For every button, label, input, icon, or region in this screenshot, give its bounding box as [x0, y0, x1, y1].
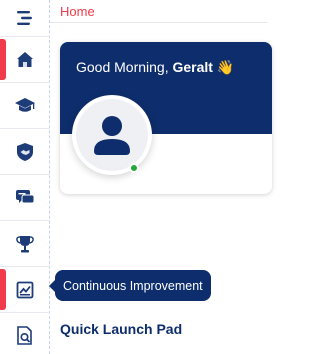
user-icon [94, 116, 130, 155]
greeting-text: Good Morning, Geralt 👋 [76, 59, 234, 76]
sidebar-tooltip: Continuous Improvement [49, 270, 211, 301]
graduation-cap-icon [15, 97, 35, 112]
trophy-icon [16, 235, 34, 252]
sidebar-item-reports[interactable] [0, 312, 50, 354]
sidebar-item-home[interactable] [0, 36, 50, 82]
chat-icon [16, 189, 35, 203]
sidebar-item-continuous-improvement[interactable] [0, 266, 50, 312]
wave-icon: 👋 [216, 59, 235, 75]
sidebar [0, 0, 50, 354]
quick-launch-heading: Quick Launch Pad [60, 321, 183, 337]
sidebar-item-feedback[interactable] [0, 174, 50, 220]
sidebar-item-recognition[interactable] [0, 128, 50, 174]
shield-handshake-icon [17, 142, 33, 161]
breadcrumb: Home [50, 0, 267, 23]
document-search-icon [17, 325, 32, 345]
sidebar-item-awards[interactable] [0, 220, 50, 266]
chart-icon [16, 281, 34, 298]
hamburger-icon [17, 11, 32, 25]
sidebar-item-learning[interactable] [0, 82, 50, 128]
user-name: Geralt [172, 59, 213, 75]
online-status-indicator [129, 163, 139, 173]
greeting-prefix: Good Morning, [76, 59, 173, 75]
avatar[interactable] [72, 95, 152, 175]
breadcrumb-home-link[interactable]: Home [60, 4, 95, 19]
menu-toggle-button[interactable] [0, 0, 50, 36]
home-icon [17, 51, 33, 67]
avatar-placeholder [76, 99, 148, 171]
